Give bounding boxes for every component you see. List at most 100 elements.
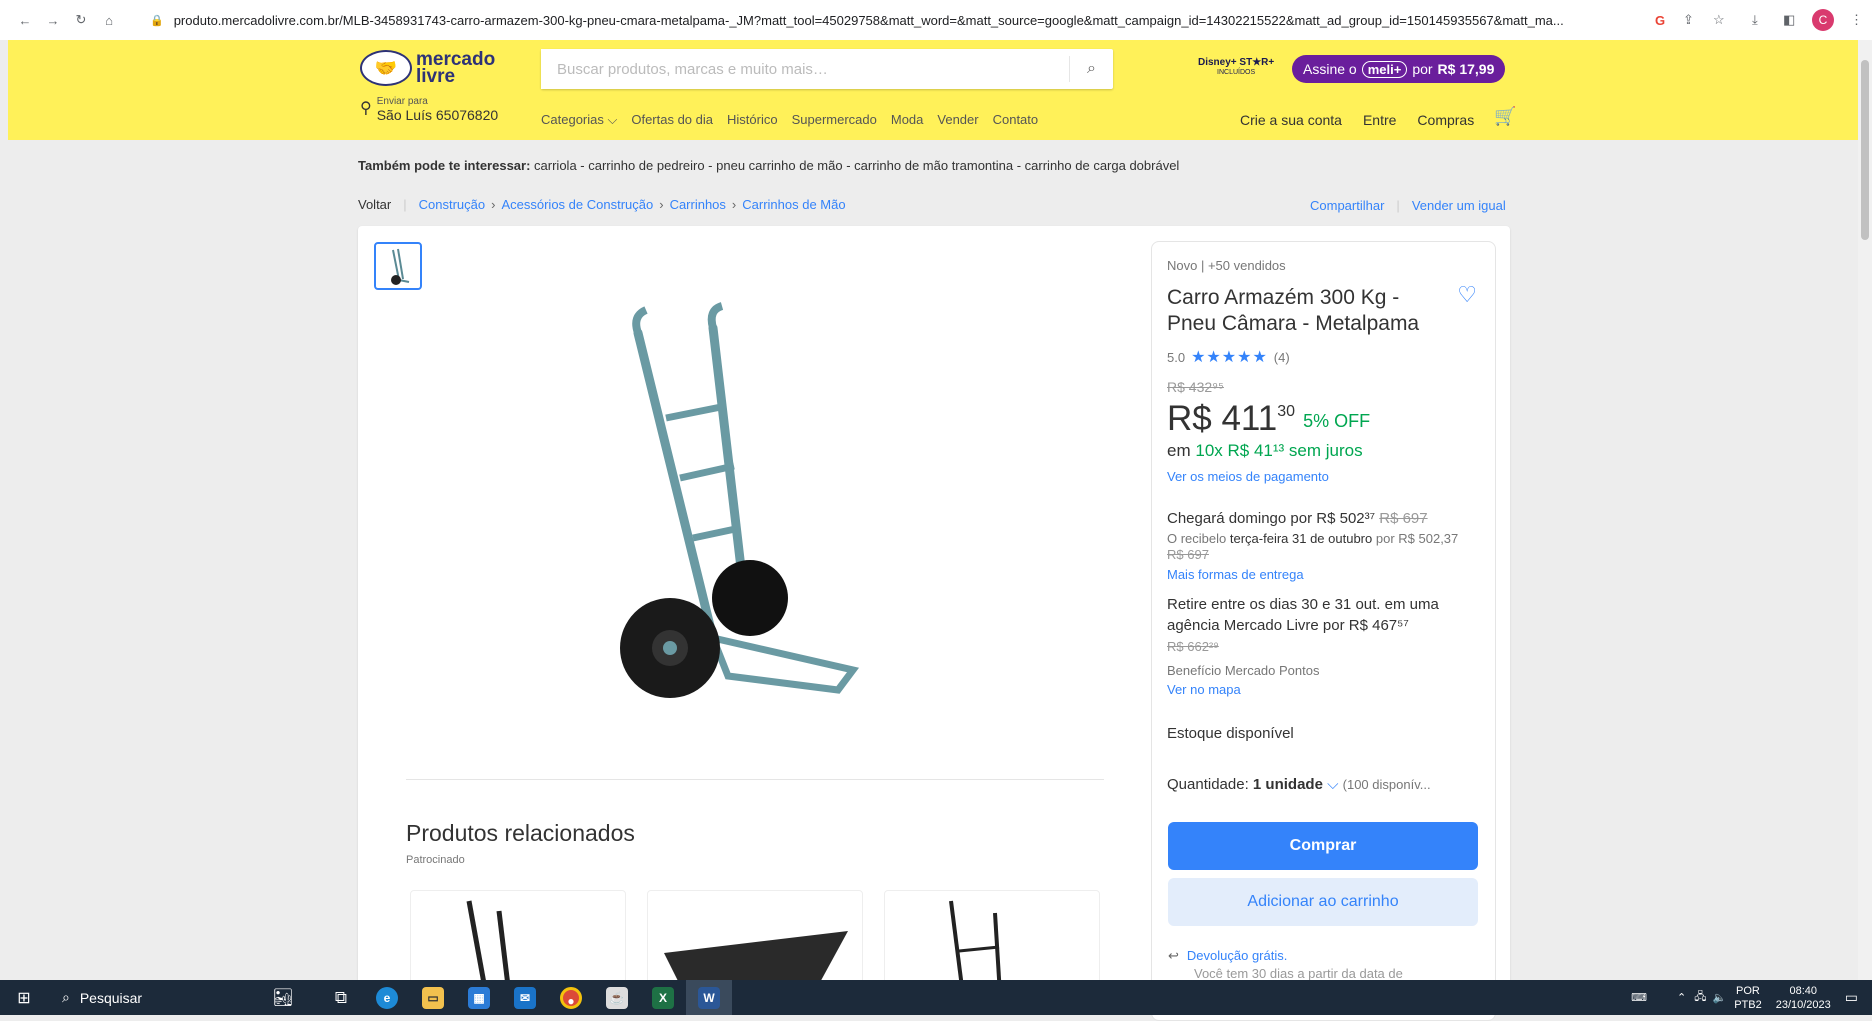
buy-button[interactable]: Comprar xyxy=(1168,822,1478,870)
back-arrow-icon[interactable]: ← xyxy=(14,9,36,31)
keyboard-icon[interactable]: ⌨ xyxy=(1631,991,1647,1004)
language-indicator[interactable]: POR PTB2 xyxy=(1734,984,1762,1012)
address-bar[interactable]: 🔒 produto.mercadolivre.com.br/MLB-345893… xyxy=(150,8,1640,32)
share-divider: | xyxy=(1396,198,1400,213)
share-link[interactable]: Compartilhar xyxy=(1310,198,1384,213)
breadcrumb-divider: | xyxy=(403,197,407,212)
return-arrow-icon: ↩ xyxy=(1168,948,1179,963)
word-icon[interactable]: W xyxy=(686,980,732,1015)
breadcrumb: Voltar | Construção › Acessórios de Cons… xyxy=(358,197,846,212)
returns-link: Devolução grátis. xyxy=(1186,948,1288,963)
nav-supermercado[interactable]: Supermercado xyxy=(792,112,877,128)
related-products-title: Produtos relacionados xyxy=(406,820,635,846)
home-icon[interactable]: ⌂ xyxy=(98,9,120,31)
receive-info: O recibelo terça-feira 31 de outubro por… xyxy=(1167,531,1480,563)
lang-layout: PTB2 xyxy=(1734,998,1762,1011)
clock[interactable]: 08:40 23/10/2023 xyxy=(1776,984,1831,1012)
product-image[interactable] xyxy=(618,298,878,718)
location-pin-icon: ⚲ xyxy=(360,100,372,117)
menu-kebab-icon[interactable]: ⋮ xyxy=(1850,8,1863,32)
login-link[interactable]: Entre xyxy=(1363,112,1396,128)
related-searches-label: Também pode te interessar: xyxy=(358,158,531,173)
store-icon[interactable]: ▦ xyxy=(456,980,502,1015)
nav-historico[interactable]: Histórico xyxy=(727,112,778,128)
receive-prefix: O recibelo xyxy=(1167,531,1227,546)
excel-icon[interactable]: X xyxy=(640,980,686,1015)
network-icon[interactable]: 🖧 xyxy=(1694,988,1706,1007)
user-nav: Crie a sua conta Entre Compras xyxy=(1240,112,1495,128)
search-input[interactable] xyxy=(541,49,1069,89)
lock-icon: 🔒 xyxy=(150,14,164,27)
taskbar-search-label: Pesquisar xyxy=(79,989,143,1006)
returns-subtext: Você tem 30 dias a partir da data de xyxy=(1194,966,1403,981)
mail-icon[interactable]: ✉ xyxy=(502,980,548,1015)
purchases-link[interactable]: Compras xyxy=(1417,112,1474,128)
promo-mid: por xyxy=(1412,61,1433,77)
weather-widget-icon[interactable]: 🏜 xyxy=(248,980,318,1015)
nav-categorias[interactable]: Categorias ⌵ xyxy=(541,112,617,128)
breadcrumb-acessorios[interactable]: Acessórios de Construção xyxy=(501,197,653,212)
rating[interactable]: 5.0 ★★★★★ (4) xyxy=(1167,347,1480,367)
nav-contato[interactable]: Contato xyxy=(993,112,1039,128)
nav-ofertas[interactable]: Ofertas do dia xyxy=(631,112,713,128)
edge-icon[interactable]: e xyxy=(364,980,410,1015)
map-link[interactable]: Ver no mapa xyxy=(1167,682,1480,697)
free-returns[interactable]: ↩ Devolução grátis. Você tem 30 dias a p… xyxy=(1168,948,1403,981)
side-panel-icon[interactable]: ◧ xyxy=(1783,8,1795,32)
clock-time: 08:40 xyxy=(1789,984,1817,997)
download-icon[interactable]: ⤓ xyxy=(1752,8,1758,32)
breadcrumb-carrinhos[interactable]: Carrinhos xyxy=(670,197,726,212)
notification-icon[interactable]: ▭ xyxy=(1845,989,1858,1006)
breadcrumb-construcao[interactable]: Construção xyxy=(419,197,485,212)
buy-box: Novo | +50 vendidos Carro Armazém 300 Kg… xyxy=(1151,241,1496,1021)
task-view-icon[interactable]: ⧉ xyxy=(318,980,364,1015)
related-searches-links[interactable]: carriola - carrinho de pedreiro - pneu c… xyxy=(534,158,1179,173)
search-icon[interactable]: ⌕ xyxy=(1069,56,1113,82)
disney-star-logo[interactable]: Disney+ ST★R+ INCLUÍDOS xyxy=(1198,58,1274,78)
nav-moda[interactable]: Moda xyxy=(891,112,924,128)
back-link[interactable]: Voltar xyxy=(358,197,391,212)
shipping-location[interactable]: ⚲ Enviar para São Luís 65076820 xyxy=(360,96,498,123)
pickup-text: Retire entre os dias 30 e 31 out. em uma… xyxy=(1167,596,1439,634)
volume-icon[interactable]: 🔈 xyxy=(1712,991,1726,1004)
scrollbar-thumb[interactable] xyxy=(1861,60,1869,240)
cart-icon[interactable]: 🛒 xyxy=(1494,106,1516,127)
profile-avatar[interactable]: C xyxy=(1812,9,1834,31)
browser-toolbar: ← → ↻ ⌂ 🔒 produto.mercadolivre.com.br/ML… xyxy=(0,0,1872,40)
breadcrumb-carrinhos-de-mao[interactable]: Carrinhos de Mão xyxy=(742,197,845,212)
nav-vender[interactable]: Vender xyxy=(937,112,978,128)
share-icon[interactable]: ⇪ xyxy=(1683,8,1694,32)
star-rating-icon: ★★★★★ xyxy=(1191,349,1268,366)
heart-icon[interactable]: ♡ xyxy=(1457,282,1477,308)
product-thumbnail[interactable] xyxy=(374,242,422,290)
google-icon[interactable]: G xyxy=(1655,8,1665,32)
forward-arrow-icon[interactable]: → xyxy=(42,9,64,31)
price-row: R$ 411 30 5% OFF xyxy=(1167,399,1480,439)
location-city: São Luís 65076820 xyxy=(376,107,499,123)
payment-methods-link[interactable]: Ver os meios de pagamento xyxy=(1167,469,1480,484)
receive-date: terça-feira 31 de outubro xyxy=(1229,531,1373,546)
java-icon[interactable]: ☕ xyxy=(594,980,640,1015)
chrome-icon[interactable]: ● xyxy=(548,980,594,1015)
taskbar-search[interactable]: ⌕ Pesquisar xyxy=(48,980,248,1015)
windows-start-icon[interactable]: ⊞ xyxy=(0,980,48,1015)
page-scrollbar[interactable] xyxy=(1858,40,1872,980)
meli-plus-promo-button[interactable]: Assine o meli+ por R$ 17,99 xyxy=(1292,55,1506,83)
handshake-icon: 🤝 xyxy=(360,50,412,86)
reload-icon[interactable]: ↻ xyxy=(70,9,92,31)
chevron-right-icon: › xyxy=(491,197,496,212)
quantity-selector[interactable]: Quantidade: 1 unidade ⌵ (100 disponív... xyxy=(1167,776,1480,793)
related-searches: Também pode te interessar: carriola - ca… xyxy=(358,158,1179,173)
bookmark-star-icon[interactable]: ☆ xyxy=(1713,8,1725,32)
file-explorer-icon[interactable]: ▭ xyxy=(410,980,456,1015)
disney-sub: INCLUÍDOS xyxy=(1217,69,1256,76)
create-account-link[interactable]: Crie a sua conta xyxy=(1240,112,1342,128)
chevron-up-icon[interactable]: ⌃ xyxy=(1677,991,1686,1004)
url-text: produto.mercadolivre.com.br/MLB-34589317… xyxy=(173,12,1564,28)
mercado-livre-logo[interactable]: 🤝 mercado livre xyxy=(360,50,495,86)
more-delivery-link[interactable]: Mais formas de entrega xyxy=(1167,567,1480,582)
meli-plus-badge: meli+ xyxy=(1361,60,1408,78)
add-to-cart-button[interactable]: Adicionar ao carrinho xyxy=(1168,878,1478,926)
quantity-label: Quantidade: xyxy=(1167,776,1249,793)
sell-similar-link[interactable]: Vender um igual xyxy=(1412,198,1506,213)
